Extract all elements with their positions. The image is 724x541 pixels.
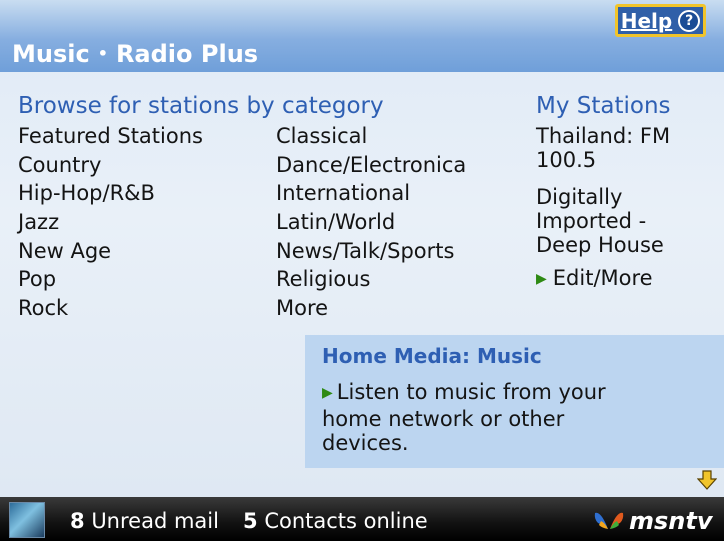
page-title: Music • Radio Plus [12, 40, 258, 68]
app-name: Music [12, 40, 90, 68]
browse-heading: Browse for stations by category [18, 93, 384, 119]
category-latin-world[interactable]: Latin/World [276, 208, 466, 237]
unread-mail-status[interactable]: 8 Unread mail [70, 509, 219, 533]
home-media-link[interactable]: ▶ Listen to music from your home network … [322, 380, 632, 455]
title-separator: • [97, 43, 108, 63]
category-new-age[interactable]: New Age [18, 237, 203, 266]
help-button[interactable]: Help ? [615, 4, 706, 37]
home-media-link-text: Listen to music from your home network o… [322, 380, 606, 455]
section-name: Radio Plus [115, 40, 259, 68]
contacts-online-status[interactable]: 5 Contacts online [243, 509, 428, 533]
unread-mail-label: Unread mail [91, 509, 219, 533]
category-country[interactable]: Country [18, 151, 203, 180]
my-stations-heading: My Stations [536, 93, 671, 119]
category-rock[interactable]: Rock [18, 294, 203, 323]
category-international[interactable]: International [276, 179, 466, 208]
help-question-icon: ? [678, 9, 701, 32]
station-thailand-fm[interactable]: Thailand: FM 100.5 [536, 124, 706, 172]
contacts-online-label: Contacts online [264, 509, 428, 533]
msntv-logo: msntv [593, 507, 713, 535]
green-triangle-arrow-icon: ▶ [536, 271, 547, 287]
category-featured-stations[interactable]: Featured Stations [18, 122, 203, 151]
help-label: Help [620, 8, 673, 33]
edit-more-link[interactable]: ▶ Edit/More [536, 266, 653, 293]
scroll-down-arrow-icon[interactable] [696, 470, 718, 490]
category-list-left: Featured Stations Country Hip-Hop/R&B Ja… [18, 122, 203, 323]
category-more[interactable]: More [276, 294, 466, 323]
category-hip-hop-rnb[interactable]: Hip-Hop/R&B [18, 179, 203, 208]
category-classical[interactable]: Classical [276, 122, 466, 151]
category-dance-electronica[interactable]: Dance/Electronica [276, 151, 466, 180]
category-religious[interactable]: Religious [276, 265, 466, 294]
green-triangle-arrow-icon: ▶ [322, 385, 333, 401]
msn-butterfly-icon [594, 512, 624, 529]
avatar[interactable] [9, 502, 45, 538]
home-media-title: Home Media: Music [322, 344, 542, 368]
category-pop[interactable]: Pop [18, 265, 203, 294]
msntv-logo-text: msntv [629, 507, 713, 535]
category-list-right: Classical Dance/Electronica Internationa… [276, 122, 466, 323]
category-news-talk-sports[interactable]: News/Talk/Sports [276, 237, 466, 266]
category-jazz[interactable]: Jazz [18, 208, 203, 237]
unread-mail-count: 8 [70, 509, 85, 533]
contacts-online-count: 5 [243, 509, 258, 533]
edit-more-label: Edit/More [552, 266, 653, 290]
station-digitally-imported[interactable]: Digitally Imported - Deep House [536, 185, 706, 257]
